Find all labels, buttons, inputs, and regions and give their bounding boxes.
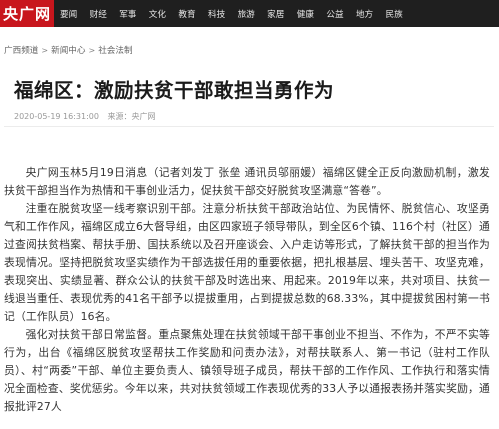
article-paragraph: 强化对扶贫干部日常监督。重点聚焦处理在扶贫领域干部干事创业不担当、不作为，不严不… (4, 328, 490, 413)
nav-item-jiankang[interactable]: 健康 (297, 8, 314, 20)
article-meta: 2020-05-19 16:31:00 来源：央广网 (14, 111, 162, 122)
nav-item-difang[interactable]: 地方 (356, 8, 373, 20)
article-source: 来源：央广网 (107, 112, 156, 121)
divider (4, 126, 494, 127)
chevron-right-icon: > (88, 45, 96, 55)
nav-item-junshi[interactable]: 军事 (119, 8, 136, 20)
article-body: 央广网玉林5月19日消息（记者刘发丁 张垒 通讯员邬丽媛）福绵区健全正反向激励机… (4, 164, 490, 416)
article-paragraph: 央广网玉林5月19日消息（记者刘发丁 张垒 通讯员邬丽媛）福绵区健全正反向激励机… (4, 166, 490, 197)
breadcrumb-item-society-law[interactable]: 社会法制 (98, 44, 132, 56)
article-title: 福绵区：激励扶贫干部敢担当勇作为 (14, 79, 335, 102)
nav-item-caijing[interactable]: 财经 (90, 8, 107, 20)
breadcrumb-item-guangxi[interactable]: 广西频道 (4, 44, 38, 56)
top-navigation-bar: 央广网 要闻 财经 军事 文化 教育 科技 旅游 家居 健康 公益 地方 民族 (0, 0, 499, 27)
nav-item-wenhua[interactable]: 文化 (149, 8, 166, 20)
article-timestamp: 2020-05-19 16:31:00 (14, 112, 99, 121)
nav-item-yaowen[interactable]: 要闻 (60, 8, 77, 20)
article-paragraph: 注重在脱贫攻坚一线考察识别干部。注意分析扶贫干部政治站位、为民情怀、脱贫信心、攻… (4, 202, 490, 323)
nav-item-gongyi[interactable]: 公益 (326, 8, 343, 20)
breadcrumb-item-news-center[interactable]: 新闻中心 (51, 44, 85, 56)
site-logo-text: 央广网 (2, 5, 51, 23)
nav-item-keji[interactable]: 科技 (208, 8, 225, 20)
breadcrumb: 广西频道 > 新闻中心 > 社会法制 (4, 44, 133, 57)
nav-item-jiaju[interactable]: 家居 (267, 8, 284, 20)
site-logo[interactable]: 央广网 (0, 0, 54, 27)
chevron-right-icon: > (41, 45, 49, 55)
nav-item-jiaoyu[interactable]: 教育 (178, 8, 195, 20)
channel-nav: 要闻 财经 军事 文化 教育 科技 旅游 家居 健康 公益 地方 民族 (60, 0, 415, 27)
nav-item-lvyou[interactable]: 旅游 (238, 8, 255, 20)
nav-item-minzu[interactable]: 民族 (386, 8, 403, 20)
